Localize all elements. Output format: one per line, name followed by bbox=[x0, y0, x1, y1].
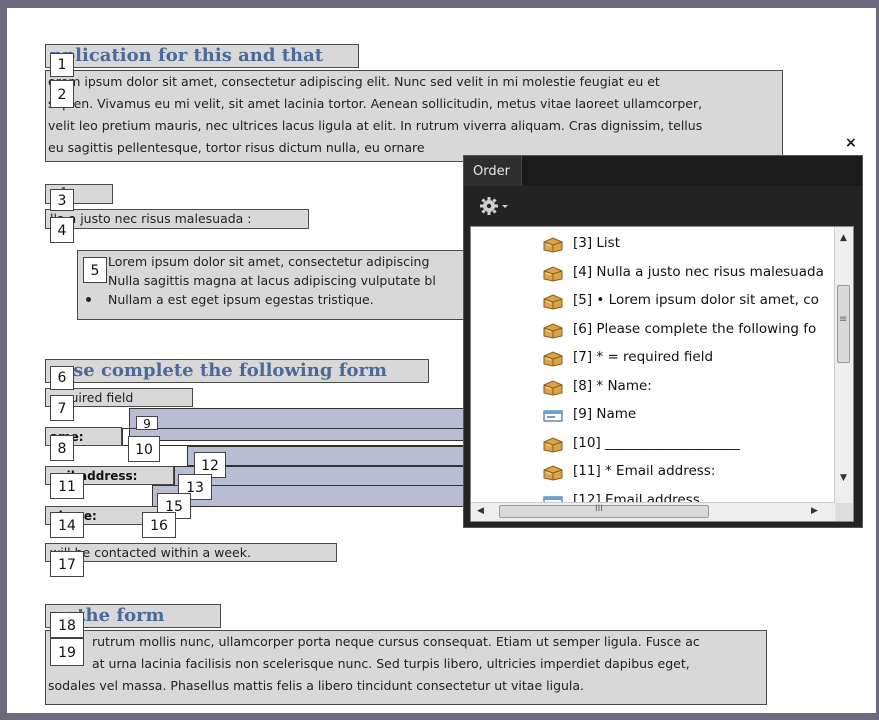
grip-icon: ≡ bbox=[839, 314, 848, 325]
tree-item[interactable]: [10] ____________________ bbox=[543, 429, 843, 457]
tree-item-label: [10] ____________________ bbox=[573, 434, 741, 451]
tag-number[interactable]: 17 bbox=[50, 551, 84, 577]
tag-icon bbox=[543, 349, 563, 367]
tree-item-label: [4] Nulla a justo nec risus malesuada bbox=[573, 263, 824, 280]
list-item: Nulla sagittis magna at lacus adipiscing… bbox=[78, 271, 464, 290]
list-item: Lorem ipsum dolor sit amet, consectetur … bbox=[78, 252, 464, 271]
scroll-down-icon[interactable]: ▼ bbox=[840, 473, 847, 483]
list-item-text: Nulla sagittis magna at lacus adipiscing… bbox=[108, 273, 436, 288]
list-intro[interactable]: lla a justo nec risus malesuada : bbox=[45, 209, 309, 229]
tag-number[interactable]: 10 bbox=[128, 436, 160, 462]
paragraph-closing-line: rutrum mollis nunc, ullamcorper porta ne… bbox=[92, 634, 700, 649]
tag-number[interactable]: 14 bbox=[50, 512, 84, 538]
tag-number[interactable]: 11 bbox=[50, 473, 84, 499]
tab-bar bbox=[522, 156, 862, 186]
tag-icon bbox=[543, 264, 563, 282]
heading-form[interactable]: ease complete the following form bbox=[45, 359, 429, 383]
tag-number[interactable]: 2 bbox=[50, 80, 74, 108]
contact-note[interactable]: will be contacted within a week. bbox=[45, 543, 337, 562]
grip-icon: III bbox=[595, 504, 603, 514]
scroll-up-icon[interactable]: ▲ bbox=[840, 233, 847, 243]
vertical-scrollbar[interactable]: ▲ ≡ ▼ bbox=[834, 227, 853, 505]
tree-item[interactable]: [9] Name bbox=[543, 400, 843, 428]
tag-number[interactable]: 5 bbox=[83, 257, 107, 283]
scroll-corner bbox=[835, 503, 853, 521]
tree-item-label: [7] * = required field bbox=[573, 349, 714, 365]
window-frame-top bbox=[0, 0, 879, 8]
name-input-underline bbox=[122, 428, 469, 446]
heading-application[interactable]: pplication for this and that bbox=[45, 44, 359, 68]
paragraph-closing[interactable]: rutrum mollis nunc, ullamcorper porta ne… bbox=[45, 630, 767, 705]
list-item-text: Lorem ipsum dolor sit amet, consectetur … bbox=[108, 254, 430, 269]
scroll-right-icon[interactable]: ▶ bbox=[811, 506, 818, 516]
options-button[interactable] bbox=[478, 194, 514, 218]
tag-number[interactable]: 1 bbox=[50, 53, 74, 77]
tree-item[interactable]: [11] * Email address: bbox=[543, 457, 843, 485]
bullet-icon bbox=[86, 297, 91, 302]
paragraph-intro[interactable]: orem ipsum dolor sit amet, consectetur a… bbox=[45, 70, 783, 162]
tree-item[interactable]: [8] * Name: bbox=[543, 372, 843, 400]
paragraph-intro-line: orem ipsum dolor sit amet, consectetur a… bbox=[48, 74, 660, 89]
tag-number[interactable]: 16 bbox=[142, 512, 176, 538]
paragraph-closing-line: sodales vel massa. Phasellus mattis feli… bbox=[48, 678, 585, 693]
list-intro-text: lla a justo nec risus malesuada : bbox=[50, 211, 252, 226]
email-input[interactable] bbox=[187, 446, 469, 466]
tag-icon bbox=[543, 235, 563, 253]
tree-item-label: [9] Name bbox=[573, 406, 637, 422]
heading-application-text: pplication for this and that bbox=[50, 45, 324, 66]
tag-number[interactable]: 9 bbox=[136, 416, 158, 431]
tag-number[interactable]: 3 bbox=[50, 189, 74, 211]
tree-item[interactable]: [6] Please complete the following fo bbox=[543, 315, 843, 343]
tag-number[interactable]: 4 bbox=[50, 217, 74, 243]
paragraph-closing-line: at urna lacinia facilisis non scelerisqu… bbox=[92, 656, 690, 671]
order-tree[interactable]: [3] List [4] Nulla a justo nec risus male… bbox=[470, 226, 854, 522]
tab-order[interactable]: Order bbox=[464, 156, 522, 186]
heading-form-text: ease complete the following form bbox=[50, 360, 387, 381]
form-field-icon bbox=[543, 406, 563, 422]
paragraph-intro-line: velit leo pretium mauris, nec ultrices l… bbox=[48, 118, 703, 133]
chevron-down-icon bbox=[502, 205, 508, 208]
tree-item[interactable]: [4] Nulla a justo nec risus malesuada bbox=[543, 258, 843, 286]
order-panel: Order [3] List [4] Nulla a justo nec risu… bbox=[463, 155, 863, 528]
vertical-scroll-thumb[interactable]: ≡ bbox=[837, 285, 850, 363]
bullet-list[interactable]: Lorem ipsum dolor sit amet, consectetur … bbox=[77, 250, 465, 320]
scroll-left-icon[interactable]: ◀ bbox=[477, 506, 484, 516]
horizontal-scroll-thumb[interactable]: III bbox=[499, 504, 709, 518]
tree-item-label: [8] * Name: bbox=[573, 377, 652, 394]
tree-item-label: [3] List bbox=[573, 235, 621, 251]
tag-icon bbox=[543, 435, 563, 453]
window-frame-bottom bbox=[0, 713, 879, 720]
tag-icon bbox=[543, 378, 563, 396]
list-item: Nullam a est eget ipsum egestas tristiqu… bbox=[78, 290, 464, 309]
tag-number[interactable]: 18 bbox=[50, 612, 84, 638]
tree-item-label: [5] • Lorem ipsum dolor sit amet, co bbox=[573, 292, 819, 308]
tag-icon bbox=[543, 292, 563, 310]
tag-number[interactable]: 19 bbox=[50, 638, 84, 666]
gear-icon bbox=[480, 197, 508, 215]
tag-number[interactable]: 8 bbox=[50, 435, 74, 461]
tag-icon bbox=[543, 321, 563, 339]
list-item-text: Nullam a est eget ipsum egestas tristiqu… bbox=[108, 292, 374, 307]
horizontal-scrollbar[interactable]: ◀ III ▶ bbox=[471, 502, 835, 521]
tag-number[interactable]: 7 bbox=[50, 395, 74, 421]
tag-number[interactable]: 6 bbox=[50, 366, 74, 390]
tree-item-label: [6] Please complete the following fo bbox=[573, 320, 817, 337]
paragraph-intro-line: sapien. Vivamus eu mi velit, sit amet la… bbox=[48, 96, 703, 111]
tree-item-label: [11] * Email address: bbox=[573, 463, 716, 479]
tag-icon bbox=[543, 463, 563, 481]
tree-item[interactable]: [5] • Lorem ipsum dolor sit amet, co bbox=[543, 286, 843, 314]
tree-item[interactable]: [3] List bbox=[543, 229, 843, 257]
window-frame-left bbox=[0, 0, 7, 720]
tree-item[interactable]: [7] * = required field bbox=[543, 343, 843, 371]
close-icon[interactable]: × bbox=[845, 135, 857, 151]
